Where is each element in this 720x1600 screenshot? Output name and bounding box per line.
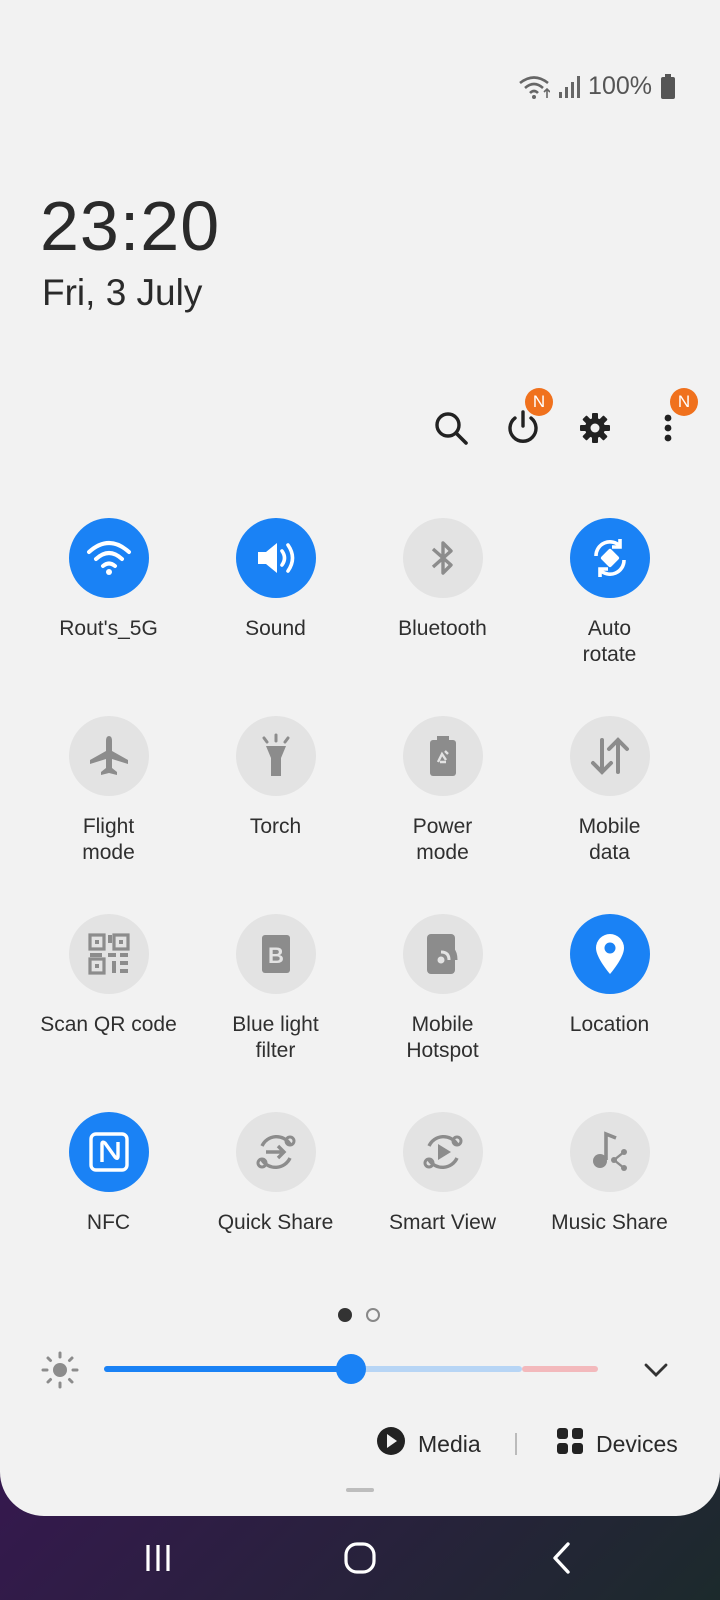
status-bar: 100% <box>518 72 676 101</box>
tile-label: Music Share <box>551 1211 668 1234</box>
airplane-icon <box>68 716 149 796</box>
devices-label: Devices <box>596 1430 678 1457</box>
wifi-icon <box>68 518 149 598</box>
tile-scan-qr[interactable]: Scan QR code <box>25 914 192 1038</box>
torch-icon <box>235 716 316 796</box>
brightness-slider-thumb[interactable] <box>336 1354 366 1384</box>
back-icon[interactable] <box>502 1516 622 1600</box>
battery-percentage: 100% <box>588 72 652 100</box>
tile-label: Auto rotate <box>582 617 637 666</box>
tile-label: Mobile Hotspot <box>406 1013 479 1062</box>
tile-label: Location <box>569 1013 650 1036</box>
tile-label: Sound <box>245 617 306 640</box>
clock-time[interactable]: 23:20 <box>40 186 220 266</box>
brightness-track-high[interactable] <box>522 1366 598 1372</box>
tile-mobile-hotspot[interactable]: Mobile Hotspot <box>359 914 526 1064</box>
quick-panel: 100% 23:20 Fri, 3 July N N Rout's_5G Sou… <box>0 0 720 1516</box>
nfc-icon <box>68 1112 149 1192</box>
home-icon[interactable] <box>300 1516 420 1600</box>
brightness-icon <box>40 1350 80 1395</box>
mobile-data-icon <box>569 716 650 796</box>
page-dot[interactable] <box>366 1308 380 1322</box>
recents-icon[interactable] <box>98 1516 218 1600</box>
tile-mobile-data[interactable]: Mobile data <box>526 716 693 866</box>
tile-flight-mode[interactable]: Flight mode <box>25 716 192 866</box>
more-badge: N <box>670 388 698 416</box>
tile-power-mode[interactable]: Power mode <box>359 716 526 866</box>
svg-text:B: B <box>268 943 284 968</box>
bluetooth-icon <box>402 518 483 598</box>
tile-blue-light-filter[interactable]: B Blue light filter <box>192 914 359 1064</box>
tile-sound[interactable]: Sound <box>192 518 359 642</box>
tile-label: Quick Share <box>217 1211 334 1234</box>
tile-smart-view[interactable]: Smart View <box>359 1112 526 1236</box>
settings-icon[interactable] <box>567 400 623 456</box>
devices-button[interactable]: Devices <box>556 1424 678 1464</box>
tile-label: NFC <box>86 1211 131 1234</box>
tile-label: Blue light filter <box>232 1013 319 1062</box>
auto-rotate-icon <box>569 518 650 598</box>
power-icon[interactable]: N <box>495 388 553 456</box>
tile-label: Power mode <box>412 815 473 864</box>
search-icon[interactable] <box>423 400 479 456</box>
chevron-down-icon[interactable] <box>640 1356 672 1389</box>
tile-location[interactable]: Location <box>526 914 693 1038</box>
brightness-fill <box>104 1366 351 1372</box>
header-actions: N N <box>0 388 720 460</box>
smart-view-icon <box>402 1112 483 1192</box>
devices-icon <box>556 1427 584 1461</box>
location-icon <box>569 914 650 994</box>
tile-label: Torch <box>249 815 302 838</box>
tile-label: Bluetooth <box>398 617 487 640</box>
media-label: Media <box>418 1430 481 1457</box>
tile-music-share[interactable]: Music Share <box>526 1112 693 1236</box>
tile-label: Scan QR code <box>40 1013 177 1036</box>
brightness-control <box>0 1346 720 1396</box>
tile-label: Flight mode <box>82 815 135 864</box>
page-indicator <box>338 1308 380 1322</box>
signal-icon <box>558 75 581 99</box>
tile-nfc[interactable]: NFC <box>25 1112 192 1236</box>
tile-auto-rotate[interactable]: Auto rotate <box>526 518 693 668</box>
wifi-icon <box>518 74 551 100</box>
battery-icon <box>660 73 676 100</box>
media-devices-row: Media Devices <box>0 1424 720 1464</box>
navigation-bar <box>0 1516 720 1600</box>
media-divider <box>515 1433 517 1455</box>
play-icon <box>376 1426 406 1462</box>
sound-icon <box>235 518 316 598</box>
clock-date: Fri, 3 July <box>42 272 203 313</box>
tile-quick-share[interactable]: Quick Share <box>192 1112 359 1236</box>
qr-code-icon <box>68 914 149 994</box>
more-options-icon[interactable]: N <box>640 388 698 456</box>
tile-wifi[interactable]: Rout's_5G <box>25 518 192 642</box>
power-mode-icon <box>402 716 483 796</box>
hotspot-icon <box>402 914 483 994</box>
tile-label: Rout's_5G <box>59 617 158 640</box>
media-button[interactable]: Media <box>376 1424 481 1464</box>
tile-label: Mobile data <box>578 815 641 864</box>
tile-torch[interactable]: Torch <box>192 716 359 840</box>
page-dot-active[interactable] <box>338 1308 352 1322</box>
tile-label: Smart View <box>389 1211 496 1234</box>
blue-light-icon: B <box>235 914 316 994</box>
panel-drag-handle[interactable] <box>346 1488 374 1492</box>
power-badge: N <box>525 388 553 416</box>
quick-share-icon <box>235 1112 316 1192</box>
tile-bluetooth[interactable]: Bluetooth <box>359 518 526 642</box>
music-share-icon <box>569 1112 650 1192</box>
